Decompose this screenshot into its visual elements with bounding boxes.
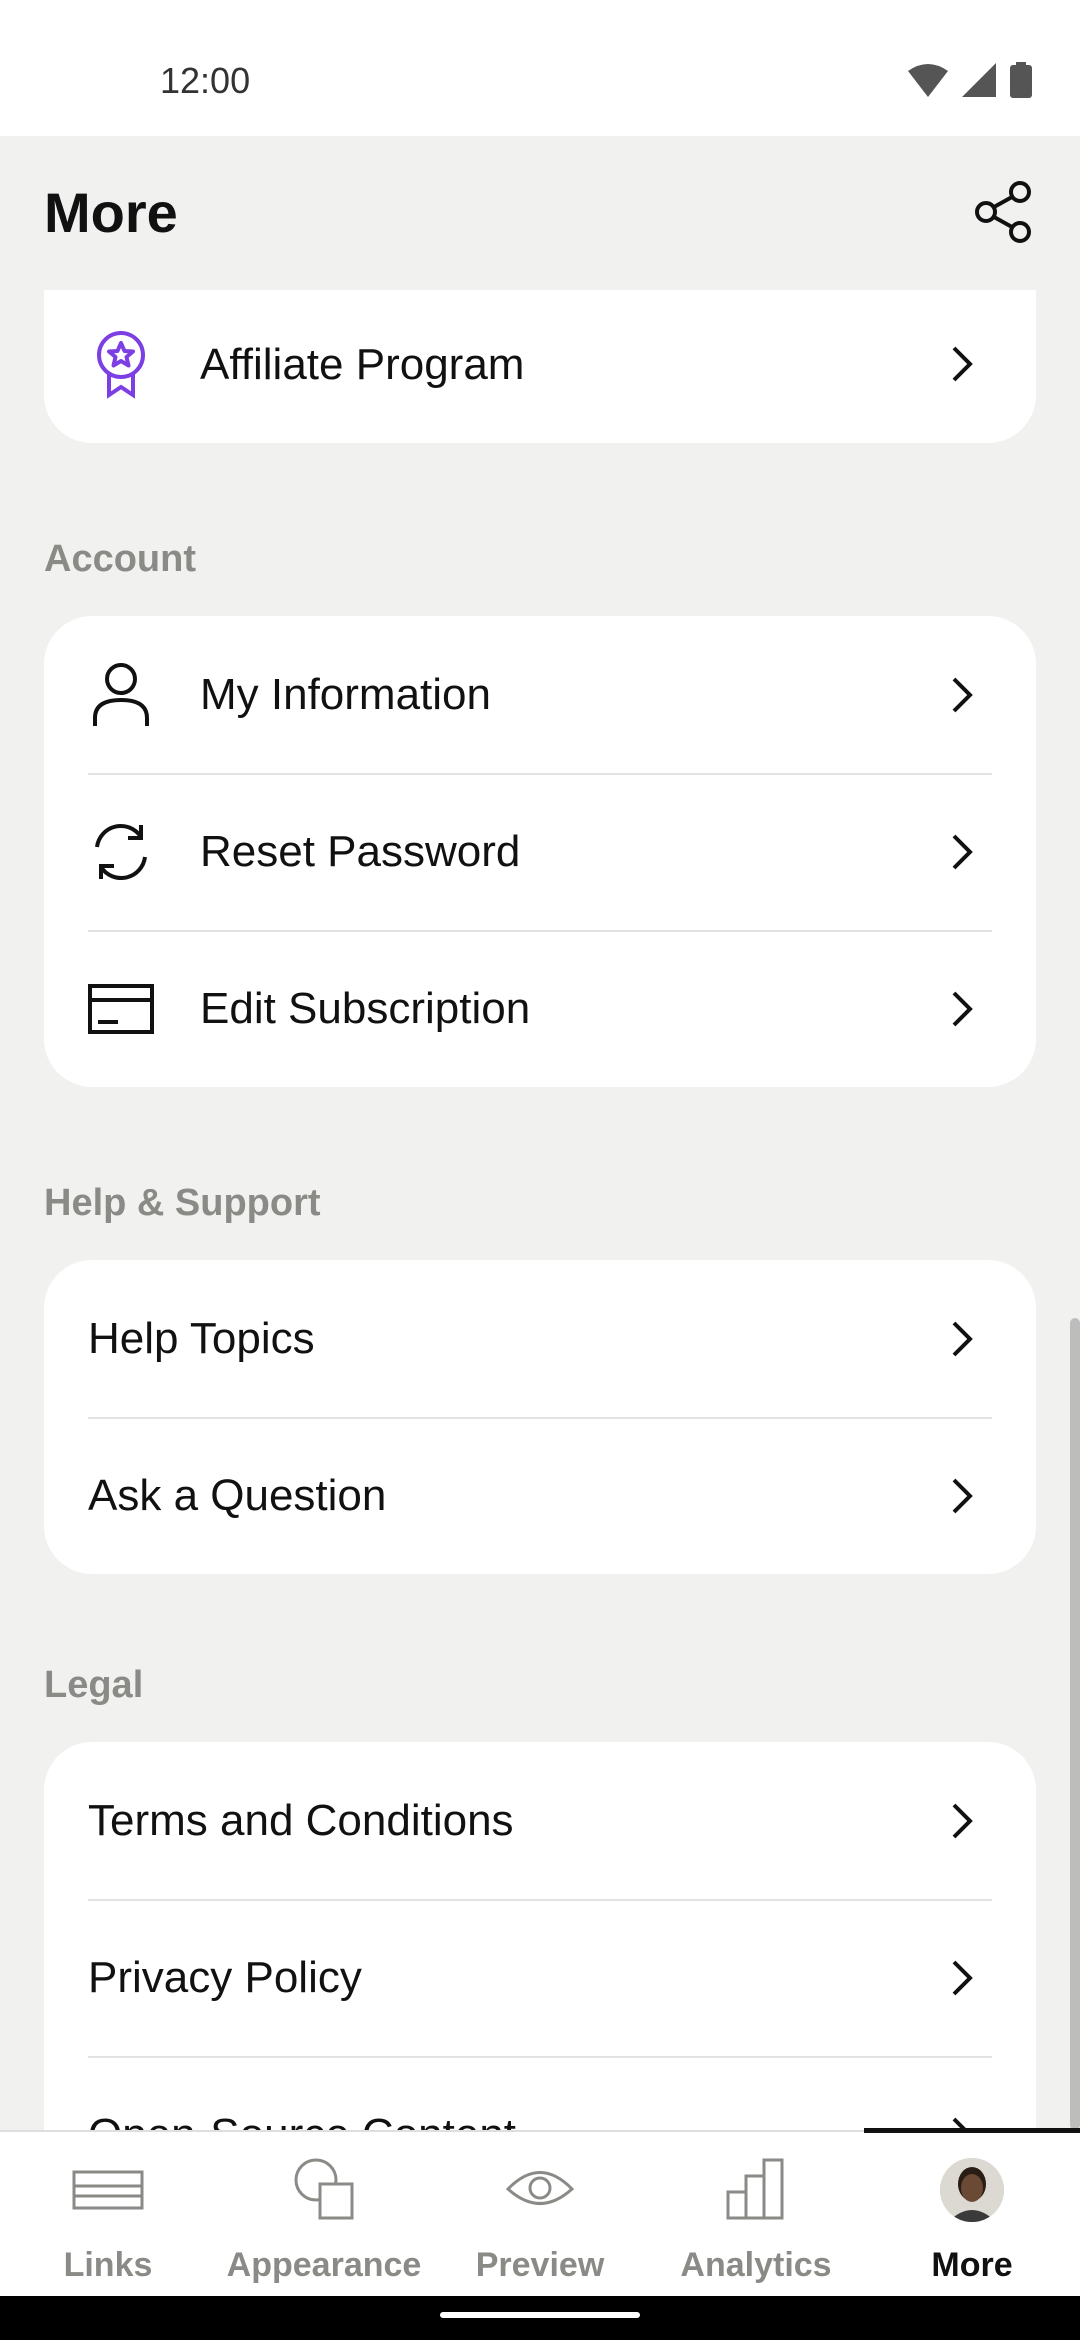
menu-item-label: Ask a Question (88, 1470, 387, 1520)
chevron-right-icon (952, 1478, 973, 1513)
scrollbar-thumb[interactable] (1070, 1318, 1080, 2130)
chevron-right-icon (952, 1803, 973, 1838)
tab-label: Preview (475, 2246, 605, 2284)
status-bar: 12:00 (0, 0, 1080, 136)
badge-star-icon (88, 331, 154, 399)
menu-item-reset-password[interactable]: Reset Password (44, 773, 1036, 930)
menu-item-label: Privacy Policy (88, 1952, 362, 2002)
menu-item-label: My Information (200, 669, 491, 719)
app-header: More (0, 136, 1080, 290)
menu-item-privacy-policy[interactable]: Privacy Policy (44, 1899, 1036, 2056)
legal-card: Terms and Conditions Privacy Policy Open… (44, 1742, 1036, 2130)
chevron-right-icon (952, 991, 973, 1026)
shapes-icon (294, 2158, 354, 2220)
links-icon (72, 2170, 144, 2210)
account-card: My Information Reset Password Edit Subsc… (44, 616, 1036, 1087)
status-time: 12:00 (160, 60, 251, 101)
tab-label: Appearance (226, 2246, 422, 2284)
menu-item-label: Help Topics (88, 1313, 315, 1363)
tab-analytics[interactable]: Analytics (648, 2132, 864, 2298)
tab-preview[interactable]: Preview (432, 2132, 648, 2298)
menu-item-help-topics[interactable]: Help Topics (44, 1260, 1036, 1417)
chevron-right-icon (952, 677, 973, 712)
status-icons (908, 62, 1032, 98)
menu-item-label: Affiliate Program (200, 340, 525, 389)
chevron-right-icon (952, 346, 973, 382)
tab-appearance[interactable]: Appearance (216, 2132, 432, 2298)
section-title-account: Account (44, 538, 196, 580)
bottom-tab-bar: Links Appearance Preview Analytics More (0, 2128, 1080, 2298)
tab-label: More (931, 2246, 1013, 2284)
chevron-right-icon (952, 1321, 973, 1356)
menu-item-my-information[interactable]: My Information (44, 616, 1036, 773)
share-button[interactable] (972, 180, 1036, 244)
page-title: More (44, 181, 178, 244)
system-nav-bar (0, 2296, 1080, 2340)
cell-signal-icon (962, 63, 996, 97)
chevron-right-icon (952, 1960, 973, 1995)
menu-item-edit-subscription[interactable]: Edit Subscription (44, 930, 1036, 1087)
chevron-right-icon (952, 834, 973, 869)
tab-links[interactable]: Links (0, 2132, 216, 2298)
tab-label: Analytics (680, 2246, 832, 2284)
eye-icon (505, 2171, 575, 2205)
menu-item-ask-question[interactable]: Ask a Question (44, 1417, 1036, 1574)
menu-item-label: Open-Source Content (88, 2110, 516, 2131)
help-card: Help Topics Ask a Question (44, 1260, 1036, 1574)
tab-more[interactable]: More (864, 2128, 1080, 2298)
menu-item-terms[interactable]: Terms and Conditions (44, 1742, 1036, 1899)
user-icon (88, 662, 154, 728)
bar-chart-icon (726, 2158, 784, 2220)
share-icon (975, 181, 1031, 243)
tab-label: Links (63, 2246, 153, 2284)
battery-icon (1010, 62, 1032, 98)
section-title-legal: Legal (44, 1664, 144, 1706)
refresh-icon (88, 819, 154, 885)
menu-item-label: Reset Password (200, 826, 521, 876)
avatar (940, 2158, 1004, 2222)
menu-item-label: Edit Subscription (200, 983, 531, 1033)
credit-card-icon (88, 976, 154, 1042)
menu-item-label: Terms and Conditions (88, 1795, 514, 1845)
menu-item-open-source[interactable]: Open-Source Content (44, 2056, 1036, 2130)
affiliate-card: Affiliate Program (44, 290, 1036, 443)
settings-list[interactable]: Affiliate Program Account My Information (0, 290, 1080, 2130)
wifi-icon (908, 64, 948, 97)
section-title-help: Help & Support (44, 1182, 321, 1224)
home-indicator[interactable] (440, 2312, 640, 2318)
menu-item-affiliate-program[interactable]: Affiliate Program (44, 290, 1036, 443)
